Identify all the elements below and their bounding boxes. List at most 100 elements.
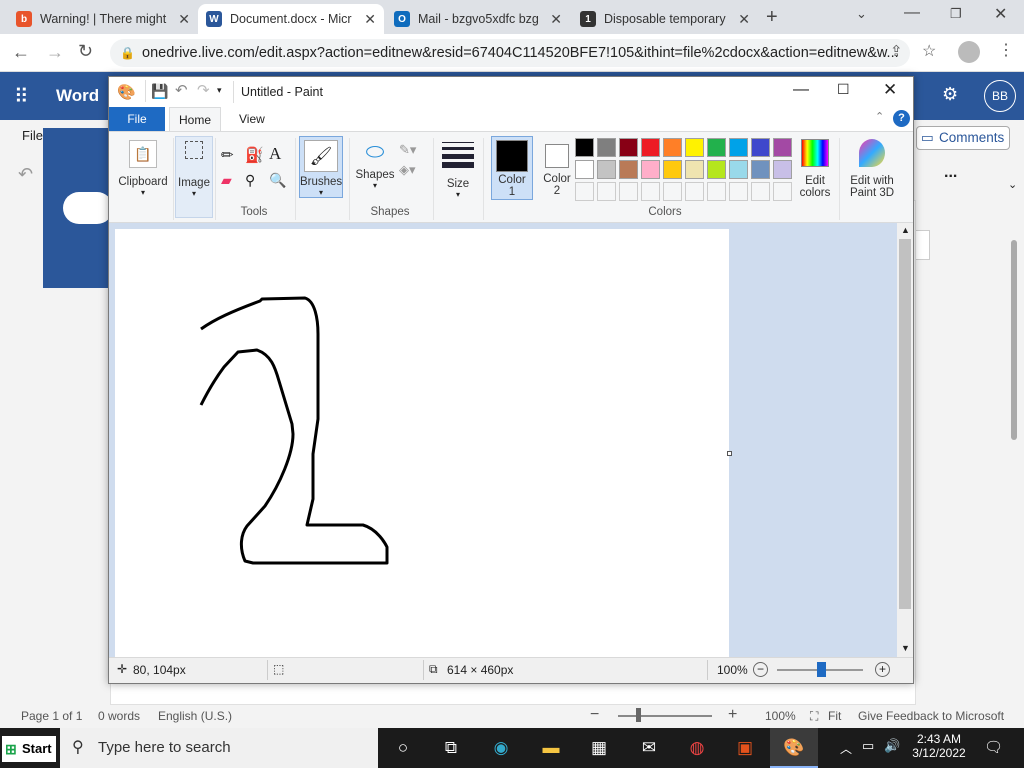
undo-icon[interactable]: ↶ — [175, 81, 188, 99]
edit-colors-button[interactable]: Edit colors — [797, 136, 833, 200]
collapse-ribbon-icon[interactable]: ⌃ — [875, 110, 884, 123]
tab-home[interactable]: Home — [169, 107, 221, 132]
avatar[interactable]: BB — [984, 80, 1016, 112]
start-button[interactable]: ⊞ Start — [2, 736, 56, 762]
palette-swatch[interactable] — [773, 160, 792, 179]
forward-icon[interactable]: → — [46, 42, 64, 63]
network-icon[interactable]: ▭ — [862, 738, 874, 754]
tab-file[interactable]: File — [109, 107, 165, 131]
zoom-slider-thumb[interactable] — [636, 708, 641, 722]
color2-button[interactable]: Color 2 — [537, 136, 577, 200]
palette-swatch[interactable] — [729, 182, 748, 201]
drawing-canvas[interactable] — [115, 229, 729, 657]
close-window-icon[interactable]: ✕ — [994, 4, 1007, 24]
quick-access-dropdown-icon[interactable]: ▾ — [217, 85, 222, 96]
paint-taskbar-button[interactable]: 🎨 — [770, 728, 818, 768]
fit-button[interactable]: Fit — [828, 709, 841, 723]
shape-fill-icon[interactable]: ◈▾ — [399, 162, 416, 178]
new-tab-button[interactable]: + — [766, 6, 778, 29]
palette-swatch[interactable] — [685, 182, 704, 201]
palette-swatch[interactable] — [663, 138, 682, 157]
palette-swatch[interactable] — [773, 182, 792, 201]
browser-tab[interactable]: b Warning! | There might ✕ — [8, 4, 198, 34]
close-tab-icon[interactable]: ✕ — [738, 11, 750, 28]
minimize-icon[interactable]: — — [793, 81, 809, 99]
browser-tab[interactable]: O Mail - bzgvo5xdfc bzg ✕ — [386, 4, 570, 34]
comments-button[interactable]: ▭ Comments — [916, 126, 1010, 150]
file-menu[interactable]: File — [22, 128, 43, 143]
volume-icon[interactable]: 🔊 — [884, 738, 900, 754]
maximize-icon[interactable]: ☐ — [837, 81, 850, 98]
palette-swatch[interactable] — [707, 138, 726, 157]
vertical-scrollbar[interactable]: ▲ ▼ — [897, 223, 913, 657]
office-icon[interactable]: ▣ — [730, 734, 760, 762]
minimize-icon[interactable]: — — [904, 4, 920, 22]
palette-swatch[interactable] — [707, 160, 726, 179]
zoom-out-icon[interactable]: − — [590, 706, 599, 724]
palette-swatch[interactable] — [751, 160, 770, 179]
fill-icon[interactable]: ⛽ — [245, 146, 264, 164]
restore-icon[interactable]: ❐ — [950, 6, 962, 22]
chevron-up-icon[interactable]: ︿ — [840, 740, 852, 757]
zoom-slider-thumb[interactable] — [817, 662, 826, 677]
bookmark-star-icon[interactable]: ☆ — [922, 41, 936, 61]
palette-swatch[interactable] — [729, 160, 748, 179]
scrollbar-thumb[interactable] — [1011, 240, 1017, 440]
palette-swatch[interactable] — [685, 160, 704, 179]
clipboard-button[interactable]: 📋 Clipboard ▾ — [115, 136, 171, 214]
brushes-button[interactable]: 🖌 Brushes ▾ — [299, 136, 343, 198]
palette-swatch[interactable] — [707, 182, 726, 201]
help-icon[interactable]: ? — [893, 110, 910, 127]
feedback-link[interactable]: Give Feedback to Microsoft — [858, 709, 1004, 723]
image-button[interactable]: Image ▾ — [175, 136, 213, 218]
mail-icon[interactable]: ✉ — [634, 734, 664, 762]
zoom-slider[interactable] — [618, 715, 712, 717]
text-icon[interactable]: A — [269, 144, 281, 164]
palette-swatch[interactable] — [751, 138, 770, 157]
file-explorer-icon[interactable]: ▬ — [536, 734, 566, 762]
palette-swatch[interactable] — [729, 138, 748, 157]
zoom-in-icon[interactable]: + — [728, 706, 737, 724]
chevron-down-icon[interactable]: ⌄ — [1008, 178, 1017, 191]
palette-swatch[interactable] — [773, 138, 792, 157]
close-window-icon[interactable]: ✕ — [883, 80, 897, 100]
close-tab-icon[interactable]: ✕ — [364, 11, 376, 28]
paint-app-icon[interactable]: 🎨 — [117, 83, 136, 101]
fit-icon[interactable]: ⛶ — [810, 709, 818, 724]
shapes-button[interactable]: ⬭ Shapes ▾ — [355, 136, 395, 198]
palette-swatch[interactable] — [663, 160, 682, 179]
menu-dots-icon[interactable]: ⋮ — [998, 40, 1014, 60]
scroll-up-icon[interactable]: ▲ — [901, 225, 910, 235]
palette-swatch[interactable] — [641, 182, 660, 201]
pencil-icon[interactable]: ✏ — [221, 146, 234, 164]
scroll-down-icon[interactable]: ▼ — [901, 643, 910, 653]
size-button[interactable]: Size ▾ — [439, 136, 477, 199]
save-icon[interactable]: 💾 — [151, 83, 168, 100]
back-icon[interactable]: ← — [12, 42, 30, 63]
color-picker-icon[interactable]: ⚲ — [245, 172, 255, 189]
taskbar-search[interactable]: ⚲ Type here to search — [60, 728, 378, 768]
zoom-out-icon[interactable]: − — [753, 662, 768, 677]
palette-swatch[interactable] — [663, 182, 682, 201]
browser-tab-active[interactable]: W Document.docx - Micr ✕ — [198, 4, 384, 34]
profile-icon[interactable] — [958, 41, 980, 63]
magnifier-icon[interactable]: 🔍 — [269, 172, 286, 189]
more-options[interactable]: ... — [944, 164, 957, 182]
app-launcher-icon[interactable]: ⠿ — [14, 84, 29, 109]
tab-search-icon[interactable]: ⌄ — [856, 6, 867, 22]
palette-swatch[interactable] — [575, 160, 594, 179]
reload-icon[interactable]: ↻ — [78, 41, 93, 62]
paint3d-button[interactable]: Edit with Paint 3D — [843, 136, 901, 200]
url-field[interactable]: 🔒 onedrive.live.com/edit.aspx?action=edi… — [110, 39, 910, 67]
chrome-icon[interactable]: ◍ — [682, 734, 712, 762]
notification-icon[interactable]: 🗨 — [984, 738, 1003, 756]
resize-handle[interactable] — [727, 451, 732, 456]
palette-swatch[interactable] — [619, 138, 638, 157]
palette-swatch[interactable] — [641, 138, 660, 157]
close-tab-icon[interactable]: ✕ — [550, 11, 562, 28]
cortana-icon[interactable]: ○ — [388, 734, 418, 762]
eraser-icon[interactable]: ▰ — [221, 172, 232, 189]
palette-swatch[interactable] — [751, 182, 770, 201]
browser-tab[interactable]: 1 Disposable temporary ✕ — [572, 4, 758, 34]
zoom-in-icon[interactable]: + — [875, 662, 890, 677]
